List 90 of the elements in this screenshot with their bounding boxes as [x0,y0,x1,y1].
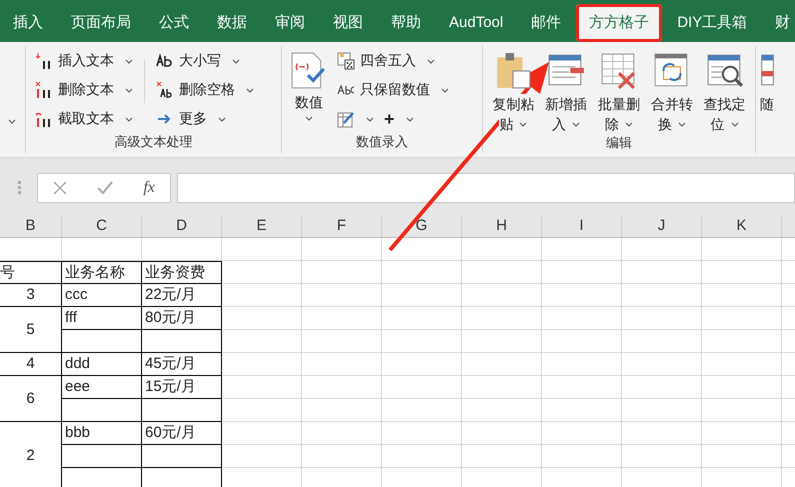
ribbon-tab[interactable]: 页面布局 [58,4,144,42]
insert-function-button[interactable]: fx [143,178,155,196]
ribbon-button[interactable]: 随 [760,46,795,114]
caret-icon[interactable] [730,122,739,126]
table-cell: 6 [0,376,62,422]
ribbon-tab[interactable]: 视图 [320,4,376,42]
table-delete-icon [600,52,638,90]
delete-text-button[interactable]: 删除文本 [32,77,136,103]
table-cell: 15元/月 [142,376,222,399]
text-bars-icon [35,110,53,128]
column-header[interactable]: I [542,215,622,237]
table-cell: 3 [0,284,62,307]
remove-spaces-button[interactable]: 删除空格 [153,77,257,103]
caret-icon[interactable] [572,122,580,126]
ribbon-tab[interactable]: 帮助 [378,4,434,42]
grip-icon [18,180,21,194]
letters-icon [156,81,174,99]
caret-icon[interactable] [8,119,16,124]
round-button[interactable]: 四舍五入 [334,48,452,74]
caret-icon[interactable] [366,116,374,122]
formula-input[interactable] [177,172,795,202]
ribbon-button[interactable]: 查找定 位 [700,46,749,134]
number-button[interactable]: 数值 [288,46,330,133]
add-button[interactable]: + [381,106,417,132]
group-label: 数值录入 [355,133,409,151]
caret-icon[interactable] [246,88,254,92]
ribbon-tab[interactable]: 数据 [204,4,260,42]
table-cell: fff [62,307,142,330]
more-button[interactable]: 更多 [153,106,257,132]
caret-icon[interactable] [125,58,133,64]
ribbon-tab[interactable]: 插入 [0,4,56,42]
ribbon-button[interactable]: 合并转 换 [647,46,696,134]
table-cell: 2 [0,422,62,487]
table-percent-icon [337,52,355,70]
caret-icon[interactable] [125,116,133,122]
caret-icon[interactable] [232,58,240,64]
group-label: 高级文本处理 [114,133,194,151]
ribbon-tab[interactable]: DIY工具箱 [664,4,760,42]
table-cell: 4 [0,353,62,376]
ribbon-tab[interactable]: 方方格子 [576,4,662,42]
table-pencil-icon [337,110,355,128]
clipboard-icon [494,52,532,90]
caret-icon[interactable] [218,116,226,122]
caret-icon[interactable] [406,116,414,122]
header-cell: 业务名称 [62,261,142,284]
case-button[interactable]: 大小写 [153,48,257,74]
column-header[interactable]: K [702,215,782,237]
table-search-icon [706,52,744,90]
caret-icon[interactable] [441,88,449,92]
ribbon-button[interactable]: 复制粘 贴 [489,46,538,134]
column-header[interactable]: B [0,215,62,237]
caret-icon[interactable] [624,122,633,126]
check-icon[interactable] [97,180,114,194]
header-cell: 业务资费 [142,261,222,284]
column-header[interactable]: D [142,215,222,237]
keep-values-button[interactable]: 只保留数值 [334,77,452,103]
caret-icon[interactable] [305,116,313,121]
header-cell: 号 [0,261,62,284]
column-header[interactable]: C [62,215,142,237]
extract-text-button[interactable]: 截取文本 [32,106,136,132]
group-label: 编辑 [605,134,633,152]
column-header[interactable]: G [382,215,462,237]
text-bars-icon [35,81,53,99]
table-cell: 80元/月 [142,307,222,330]
column-header[interactable]: E [222,215,302,237]
table-cell: 22元/月 [142,284,222,307]
ribbon-tab[interactable]: 公式 [146,4,202,42]
caret-icon[interactable] [678,122,686,126]
caret-icon[interactable] [519,122,528,126]
caret-icon[interactable] [125,88,133,92]
column-header[interactable]: H [462,215,542,237]
insert-text-button[interactable]: 插入文本 [32,48,136,74]
ribbon-button[interactable]: 新增插 入 [542,46,591,134]
table-cell: 45元/月 [142,353,222,376]
table-cell: ccc [62,284,142,307]
ribbon-tab[interactable]: 财 [762,4,795,42]
ribbon-tab[interactable]: 邮件 [518,4,574,42]
table-cell: eee [62,376,142,399]
letters-icon [156,52,174,70]
ribbon-button[interactable]: 批量删 除 [594,46,644,134]
ribbon-tab[interactable]: 审阅 [262,4,318,42]
column-header[interactable]: F [302,215,382,237]
table-cell: 5 [0,307,62,353]
table-cell: 60元/月 [142,422,222,445]
caret-icon[interactable] [427,58,435,64]
text-bars-icon [35,52,53,70]
table-cell: bbb [62,422,142,445]
table-cell: ddd [62,353,142,376]
column-header[interactable]: J [622,215,702,237]
ribbon-tab[interactable]: AudTool [436,4,516,42]
